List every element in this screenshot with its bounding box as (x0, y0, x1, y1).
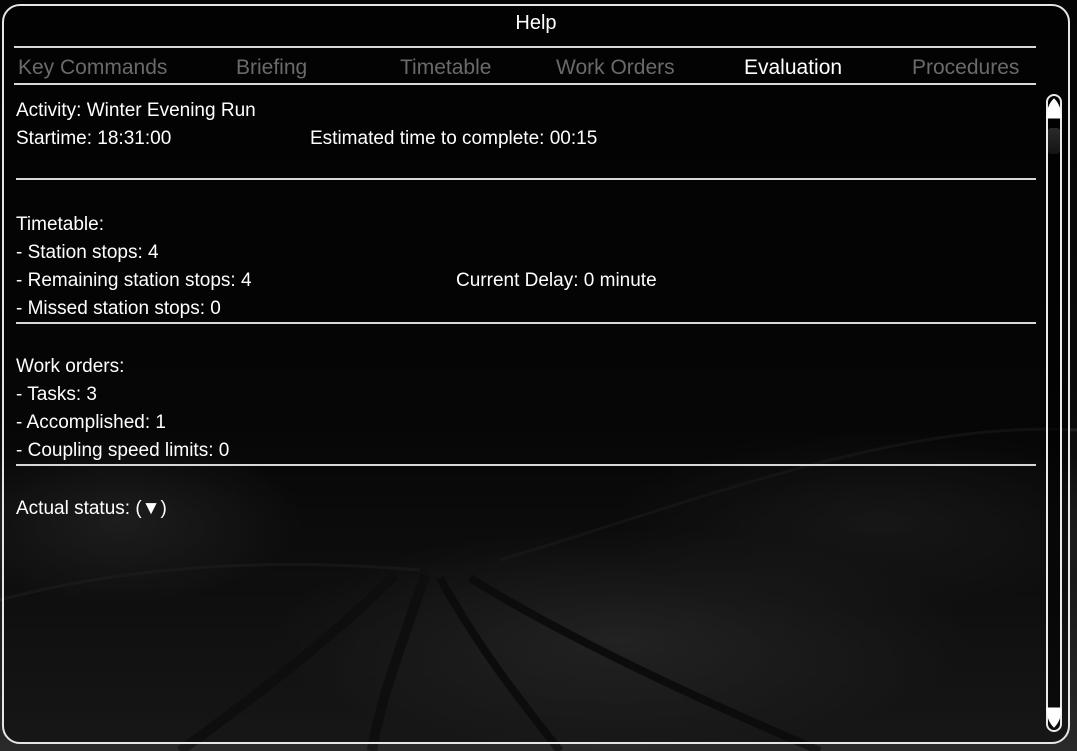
help-window: Help Key Commands Briefing Timetable Wor… (2, 4, 1070, 744)
section-divider (16, 322, 1036, 324)
station-stops: - Station stops: 4 (16, 242, 159, 263)
estimated-time: Estimated time to complete: 00:15 (310, 128, 598, 149)
window-title: Help (515, 12, 557, 34)
tab-key-commands[interactable]: Key Commands (18, 56, 167, 80)
tab-evaluation[interactable]: Evaluation (744, 56, 842, 80)
title-divider (14, 46, 1036, 48)
tabs-divider (14, 83, 1036, 85)
accomplished-count: - Accomplished: 1 (16, 412, 166, 433)
section-divider (16, 464, 1036, 466)
timetable-heading: Timetable: (16, 214, 104, 235)
scroll-thumb[interactable] (1048, 128, 1060, 154)
current-delay: Current Delay: 0 minute (456, 270, 657, 291)
actual-status[interactable]: Actual status: (▼) (16, 494, 167, 523)
work-orders-heading: Work orders: (16, 356, 125, 377)
arrow-up-icon[interactable] (1045, 96, 1063, 124)
tab-procedures[interactable]: Procedures (912, 56, 1019, 80)
coupling-speed-limits: - Coupling speed limits: 0 (16, 440, 230, 461)
remaining-station-stops: - Remaining station stops: 4 (16, 270, 252, 291)
evaluation-panel: Activity: Winter Evening Run Startime: 1… (16, 96, 1036, 736)
section-divider (16, 178, 1036, 180)
tab-work-orders[interactable]: Work Orders (556, 56, 675, 80)
missed-station-stops: - Missed station stops: 0 (16, 298, 221, 319)
tab-timetable[interactable]: Timetable (400, 56, 491, 80)
tab-briefing[interactable]: Briefing (236, 56, 307, 80)
activity-name: Activity: Winter Evening Run (16, 100, 256, 121)
tasks-count: - Tasks: 3 (16, 384, 97, 405)
tab-bar: Key Commands Briefing Timetable Work Ord… (18, 52, 1048, 82)
vertical-scrollbar[interactable] (1041, 94, 1065, 732)
scroll-track[interactable] (1046, 94, 1062, 732)
start-time: Startime: 18:31:00 (16, 128, 172, 149)
arrow-down-icon[interactable] (1045, 702, 1063, 730)
